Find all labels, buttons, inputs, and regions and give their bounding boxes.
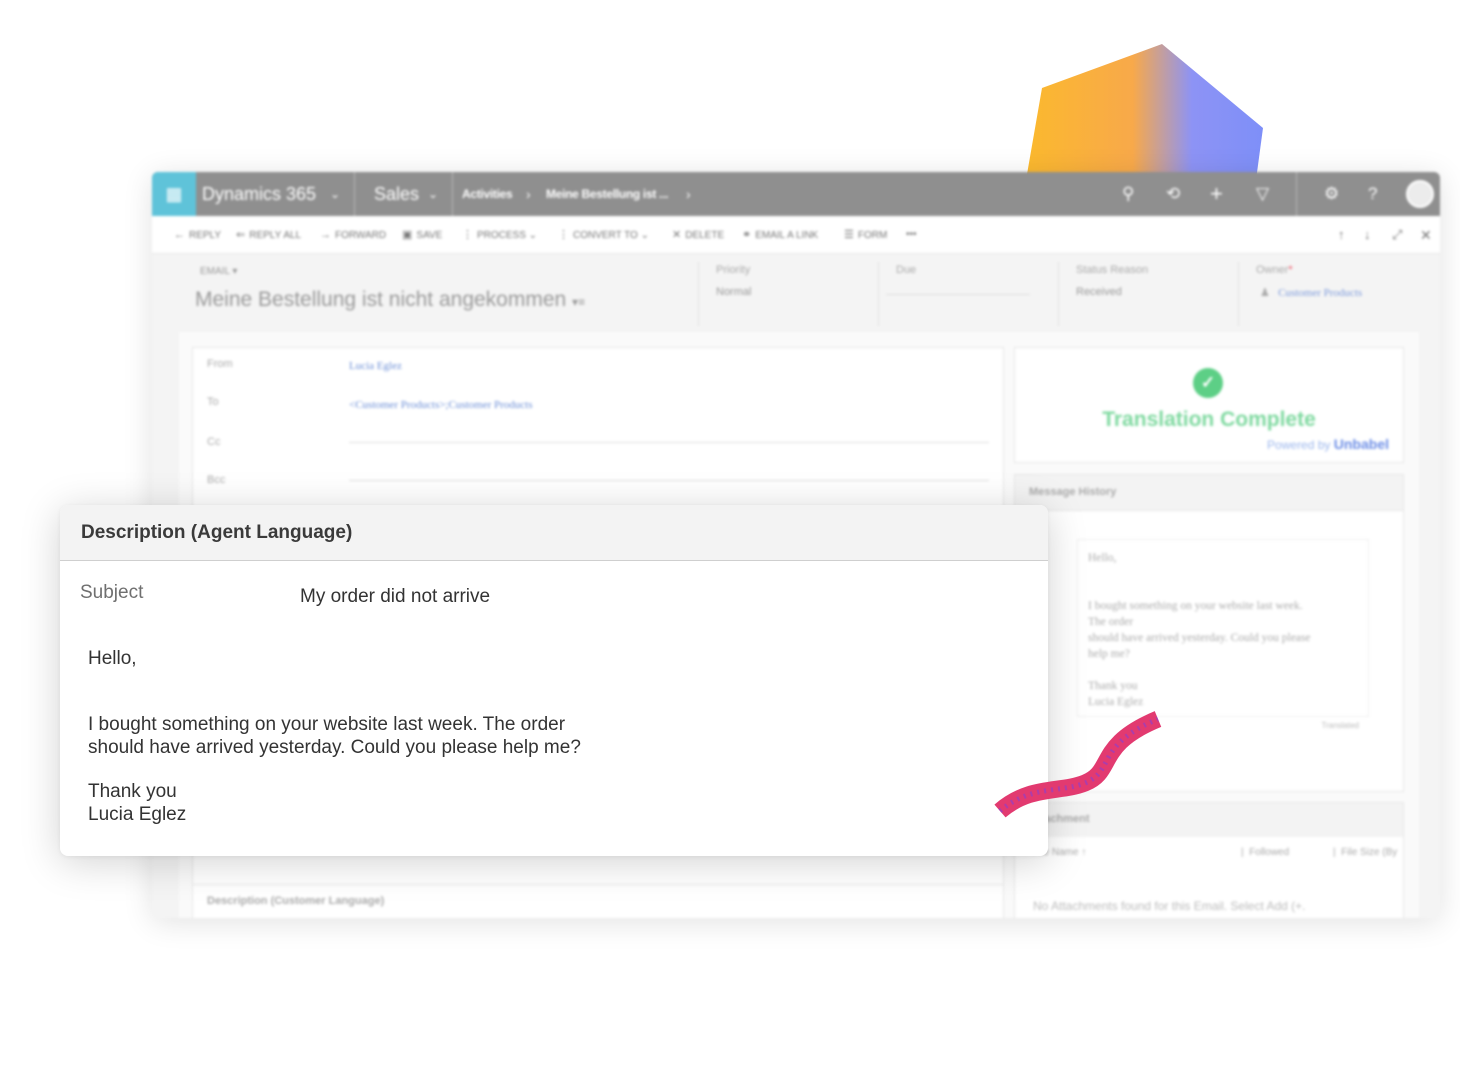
body-line: I bought something on your website last …	[88, 714, 566, 735]
search-icon[interactable]: ⚲	[1122, 172, 1134, 216]
bcc-field[interactable]	[349, 480, 989, 481]
empty-state-text: No Attachments found for this Email. Sel…	[1033, 899, 1306, 913]
subject-label: Subject	[80, 582, 144, 603]
command-bar: ← Reply ⇐ Reply All → Forward ▣ Save ⋮ Proces…	[152, 216, 1440, 254]
to-label: To	[207, 396, 219, 408]
from-label: From	[207, 358, 233, 370]
save-button[interactable]: ▣ Save	[402, 216, 442, 254]
reply-all-icon: ⇐	[236, 229, 246, 241]
unbabel-logo: Unbabel	[1333, 436, 1389, 452]
next-record-icon[interactable]: ↓	[1364, 216, 1371, 254]
col-file-size[interactable]: | File Size (By	[1333, 847, 1397, 858]
close-icon[interactable]: ✕	[1420, 216, 1432, 254]
convert-icon: ⋮	[558, 229, 569, 241]
reply-button[interactable]: ← Reply	[174, 216, 221, 254]
recent-icon[interactable]: ⟲	[1166, 172, 1180, 216]
cc-field[interactable]	[349, 442, 989, 443]
breadcrumb-chevron[interactable]: ›	[686, 172, 691, 216]
delete-icon: ✕	[672, 229, 682, 241]
due-field[interactable]	[886, 294, 1030, 295]
details-icon[interactable]: ▾≡	[572, 295, 585, 309]
delete-button[interactable]: ✕ Delete	[672, 216, 724, 254]
save-icon: ▣	[402, 229, 413, 241]
owner-value[interactable]: ♟ Customer Products	[1260, 286, 1362, 299]
check-icon: ✓	[1193, 368, 1223, 398]
top-navigation-bar: ▦ Dynamics 365 ⌄ Sales ⌄ Activities › Me…	[152, 172, 1440, 216]
subject-value: My order did not arrive	[300, 586, 491, 607]
user-icon: ♟	[1260, 287, 1270, 299]
powered-by-label: Powered by Unbabel	[1267, 436, 1389, 452]
page-title: Meine Bestellung ist nicht angekommen ▾≡	[195, 288, 586, 311]
chevron-down-icon[interactable]: ⌄	[428, 172, 438, 216]
breadcrumb-separator: ›	[526, 186, 531, 202]
decorative-squiggle	[994, 711, 1162, 818]
breadcrumb-record[interactable]: Meine Bestellung ist ...	[546, 172, 668, 216]
plus-icon[interactable]: +	[1210, 172, 1223, 216]
form-icon: ☰	[844, 229, 854, 241]
process-icon: ⋮	[462, 229, 473, 241]
app-launcher-icon[interactable]: ▦	[152, 172, 196, 216]
history-message: Hello, I bought something on your websit…	[1077, 539, 1369, 717]
signature-line: Lucia Eglez	[88, 804, 187, 825]
status-reason-label: Status Reason	[1076, 264, 1149, 276]
body-line: should have arrived yesterday. Could you…	[88, 737, 581, 758]
decorative-hexagon	[1026, 44, 1263, 180]
gear-icon[interactable]: ⚙	[1324, 172, 1339, 216]
reply-icon: ←	[174, 229, 185, 241]
filter-icon[interactable]: ▽	[1256, 172, 1269, 216]
process-button[interactable]: ⋮ Process ⌄	[462, 216, 537, 254]
translation-status-title: Translation Complete	[1102, 408, 1316, 431]
owner-label: Owner*	[1256, 264, 1293, 276]
forward-button[interactable]: → Forward	[320, 216, 386, 254]
cc-label: Cc	[207, 436, 221, 448]
translated-tag: Translated	[1321, 721, 1360, 730]
area-name[interactable]: Sales	[374, 172, 419, 216]
from-value[interactable]: Lucia Eglez	[349, 360, 402, 372]
priority-label: Priority	[716, 264, 751, 276]
priority-value[interactable]: Normal	[716, 286, 751, 298]
help-icon[interactable]: ?	[1368, 172, 1377, 216]
chevron-down-icon[interactable]: ⌄	[330, 172, 340, 216]
bcc-label: Bcc	[207, 474, 226, 486]
agent-language-description-card: Description (Agent Language) Subject My …	[60, 505, 1048, 856]
card-header: Description (Agent Language)	[60, 505, 1048, 561]
link-icon: ⚭	[742, 229, 752, 241]
greeting-line: Hello,	[88, 648, 137, 669]
message-history-title: Message History	[1029, 486, 1117, 498]
popout-icon[interactable]: ⤢	[1392, 216, 1402, 254]
due-label: Due	[896, 264, 917, 276]
record-type[interactable]: EMAIL ▾	[200, 266, 237, 277]
app-name[interactable]: Dynamics 365	[202, 172, 316, 216]
customer-description-section: Description (Customer Language)	[192, 884, 1004, 918]
avatar[interactable]	[1406, 180, 1434, 208]
card-title: Description (Agent Language)	[81, 522, 353, 543]
reply-all-button[interactable]: ⇐ Reply All	[236, 216, 301, 254]
more-commands-button[interactable]: •••	[906, 216, 917, 254]
closing-line: Thank you	[88, 781, 177, 802]
status-reason-value[interactable]: Received	[1076, 286, 1122, 298]
record-header: EMAIL ▾ Meine Bestellung ist nicht angek…	[152, 254, 1440, 332]
section-title: Description (Customer Language)	[207, 895, 385, 907]
col-followed[interactable]: | Followed	[1241, 847, 1289, 858]
to-value[interactable]: <Customer Products>;Customer Products	[349, 399, 533, 411]
convert-to-button[interactable]: ⋮ Convert To ⌄	[558, 216, 649, 254]
breadcrumb-activities[interactable]: Activities	[462, 172, 513, 216]
forward-icon: →	[320, 229, 331, 241]
previous-record-icon[interactable]: ↑	[1338, 216, 1345, 254]
form-button[interactable]: ☰ Form	[844, 216, 887, 254]
translation-status-card: ✓ Translation Complete Powered by Unbabe…	[1014, 347, 1404, 463]
email-link-button[interactable]: ⚭ Email a Link	[742, 216, 818, 254]
